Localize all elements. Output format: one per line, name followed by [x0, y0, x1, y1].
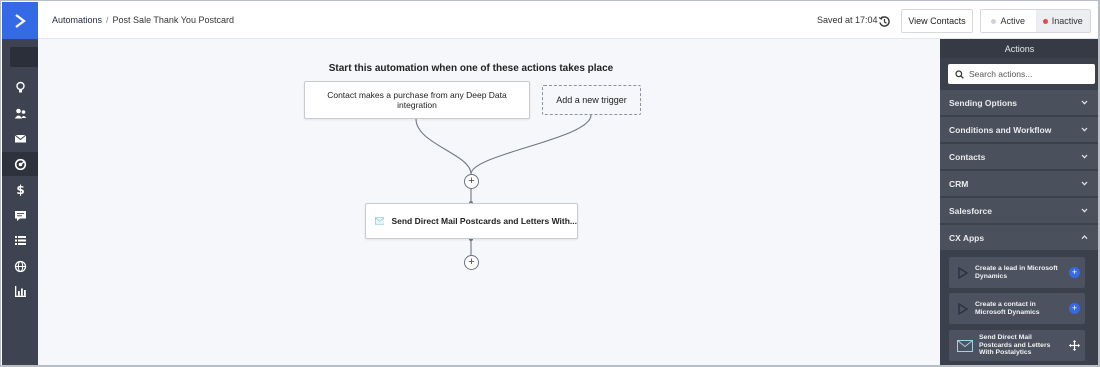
svg-text:$: $	[16, 183, 24, 196]
email-icon[interactable]	[2, 126, 38, 150]
add-step-plus-icon[interactable]: +	[464, 174, 479, 189]
active-toggle-option[interactable]: Active	[981, 10, 1036, 32]
left-nav: $	[2, 2, 157, 365]
category-salesforce[interactable]: Salesforce	[940, 198, 1098, 224]
add-step-plus-icon[interactable]: +	[464, 255, 479, 270]
breadcrumb-automations-link[interactable]: Automations	[52, 15, 102, 25]
chevron-down-icon	[1081, 208, 1088, 213]
automation-canvas[interactable]: Start this automation when one of these …	[38, 39, 940, 365]
breadcrumb: Automations / Post Sale Thank You Postcard	[52, 15, 234, 25]
action-item-label: Send Direct Mail Postcards and Letters W…	[979, 333, 1051, 357]
lists-icon[interactable]	[2, 228, 38, 252]
conversations-icon[interactable]	[2, 203, 38, 227]
saved-status: Saved at 17:04	[817, 15, 878, 25]
actions-search[interactable]	[948, 64, 1095, 84]
action-item-label: Create a lead in Microsoft Dynamics	[975, 264, 1058, 280]
add-action-plus-icon[interactable]: +	[1069, 267, 1080, 278]
site-icon[interactable]	[2, 254, 38, 278]
chevron-logo-icon	[15, 13, 26, 28]
category-label: Sending Options	[949, 97, 1017, 108]
active-label: Active	[1000, 16, 1025, 26]
top-bar: Automations / Post Sale Thank You Postcard…	[38, 2, 1098, 39]
chevron-down-icon	[1081, 181, 1088, 186]
category-label: Salesforce	[949, 205, 992, 216]
category-label: Contacts	[949, 151, 986, 162]
inactive-toggle-option[interactable]: Inactive	[1035, 10, 1090, 32]
inactive-dot-icon	[1042, 18, 1048, 24]
action-label: Send Direct Mail Postcards and Letters W…	[391, 216, 577, 226]
category-crm[interactable]: CRM	[940, 171, 1098, 197]
breadcrumb-current: Post Sale Thank You Postcard	[112, 15, 234, 25]
chevron-down-icon	[1081, 154, 1088, 159]
search-actions-input[interactable]	[969, 69, 1089, 79]
search-icon	[955, 69, 964, 79]
automations-icon[interactable]	[2, 152, 38, 176]
lightbulb-icon[interactable]	[2, 75, 38, 99]
category-label: CX Apps	[949, 232, 985, 243]
chevron-up-icon	[1081, 235, 1088, 240]
add-trigger-button[interactable]: Add a new trigger	[542, 85, 641, 115]
move-arrows-icon[interactable]	[1069, 340, 1080, 351]
panel-title: Actions	[940, 39, 1098, 58]
chevron-down-icon	[1081, 127, 1088, 132]
action-item-label: Create a contact in Microsoft Dynamics	[975, 300, 1040, 316]
logo[interactable]	[2, 2, 38, 39]
app-window: $ Automations / Post Sale Thank You Postca…	[0, 0, 1100, 367]
action-item-create-lead-dynamics[interactable]: Create a lead in Microsoft Dynamics +	[949, 257, 1085, 288]
category-label: CRM	[949, 178, 969, 189]
add-action-plus-icon[interactable]: +	[1069, 303, 1080, 314]
chevron-down-icon	[1081, 100, 1088, 105]
dynamics-icon	[958, 266, 969, 279]
action-item-create-contact-dynamics[interactable]: Create a contact in Microsoft Dynamics +	[949, 293, 1085, 324]
contacts-icon[interactable]	[2, 101, 38, 125]
inactive-label: Inactive	[1051, 16, 1083, 26]
add-trigger-label: Add a new trigger	[556, 95, 627, 105]
category-sending-options[interactable]: Sending Options	[940, 90, 1098, 116]
category-cx-apps[interactable]: CX Apps	[940, 225, 1098, 251]
deals-icon[interactable]: $	[2, 177, 38, 201]
trigger-label: Contact makes a purchase from any Deep D…	[327, 89, 507, 110]
status-toggle: Active Inactive	[980, 9, 1091, 33]
reports-icon[interactable]	[2, 279, 38, 303]
mail-envelope-icon	[375, 217, 385, 225]
category-contacts[interactable]: Contacts	[940, 144, 1098, 170]
breadcrumb-separator: /	[106, 15, 109, 25]
category-label: Conditions and Workflow	[949, 124, 1052, 135]
canvas-heading: Start this automation when one of these …	[328, 63, 614, 74]
view-contacts-button[interactable]: View Contacts	[901, 9, 973, 33]
mail-envelope-icon	[957, 339, 973, 352]
dynamics-icon	[958, 302, 969, 315]
category-conditions-workflow[interactable]: Conditions and Workflow	[940, 117, 1098, 143]
active-dot-icon	[991, 18, 997, 24]
action-card[interactable]: Send Direct Mail Postcards and Letters W…	[365, 203, 578, 239]
history-icon[interactable]	[878, 15, 891, 28]
actions-panel: Actions Sending Options Conditions and W…	[940, 39, 1098, 365]
action-item-send-direct-mail[interactable]: Send Direct Mail Postcards and Letters W…	[949, 330, 1085, 361]
trigger-card[interactable]: Contact makes a purchase from any Deep D…	[304, 81, 530, 119]
